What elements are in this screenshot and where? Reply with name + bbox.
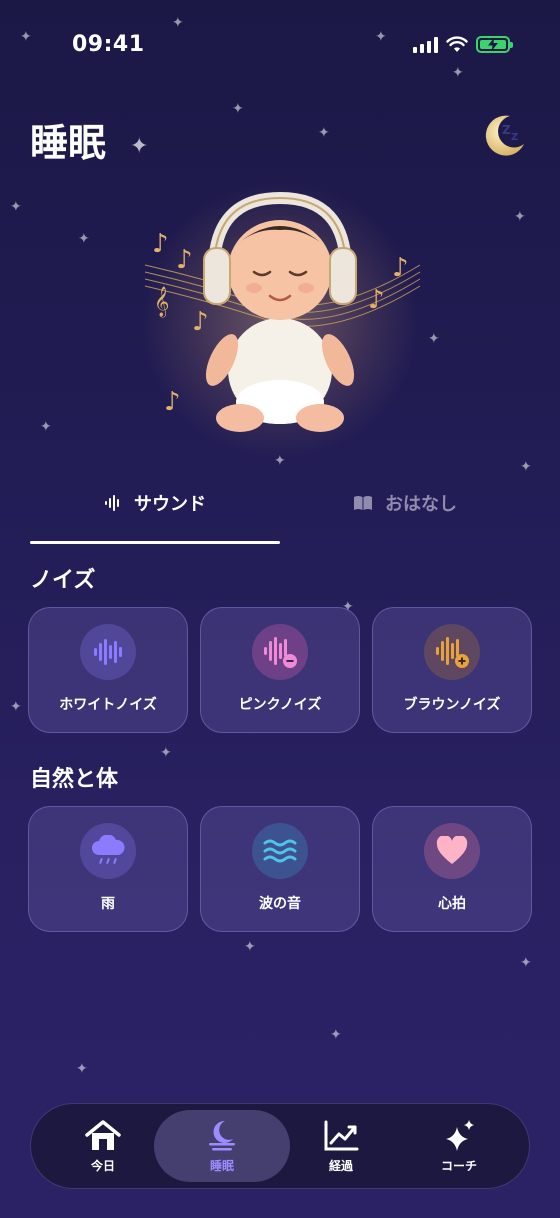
star-icon: ✦ [172, 15, 184, 31]
star-icon: ✦ [78, 231, 90, 247]
card-brown-noise[interactable]: ブラウンノイズ [372, 607, 532, 733]
nav-item-sleep[interactable]: 睡眠 [154, 1110, 290, 1182]
sound-story-tabs: サウンド おはなし [30, 480, 530, 546]
nature-card-row: 雨 波の音 心拍 [28, 806, 532, 932]
svg-text:♪: ♪ [152, 229, 169, 259]
bottom-nav: 今日 睡眠 経過 コーチ [30, 1103, 530, 1189]
status-time: 09:41 [72, 32, 145, 57]
svg-text:♪: ♪ [368, 285, 385, 315]
waveform-icon [105, 495, 119, 511]
page-title: 睡眠 [30, 121, 107, 165]
nav-label: 経過 [328, 1158, 353, 1173]
nav-label: コーチ [440, 1158, 477, 1173]
book-icon [354, 496, 372, 510]
baby-headphones-illustration: ♪ ♪ 𝄞 ♪ ♪ ♪ ♪ [144, 191, 421, 432]
nav-label: 睡眠 [209, 1158, 234, 1173]
star-icon: ✦ [76, 1061, 88, 1077]
tab-story[interactable]: おはなし [280, 480, 530, 526]
star-icon: ✦ [452, 65, 464, 81]
nav-item-coach[interactable]: コーチ [391, 1110, 527, 1182]
card-pink-noise[interactable]: ピンクノイズ [200, 607, 360, 733]
moon-zzz-icon: Z Z [485, 115, 524, 156]
card-label: 心拍 [438, 896, 466, 912]
svg-text:♪: ♪ [176, 245, 193, 275]
tab-sound-label: サウンド [134, 494, 206, 515]
section-title-nature: 自然と体 [30, 767, 119, 792]
svg-text:Z: Z [502, 123, 511, 137]
waves-icon [252, 823, 308, 879]
card-heartbeat[interactable]: 心拍 [372, 806, 532, 932]
status-icons [413, 36, 513, 53]
card-label: ホワイトノイズ [59, 697, 157, 713]
star-icon: ✦ [514, 209, 526, 225]
sleep-moon-button[interactable]: Z Z [480, 110, 530, 160]
star-icon: ✦ [520, 955, 532, 971]
star-icon: ✦ [10, 199, 22, 215]
star-icon: ✦ [130, 134, 149, 159]
card-rain[interactable]: 雨 [28, 806, 188, 932]
svg-text:𝄞: 𝄞 [154, 286, 169, 318]
tab-sound[interactable]: サウンド [30, 480, 280, 526]
chart-line-icon [324, 1120, 359, 1150]
heart-icon [424, 823, 480, 879]
star-icon: ✦ [520, 459, 532, 475]
rain-cloud-icon [80, 823, 136, 879]
card-label: 雨 [101, 896, 115, 912]
waveform-minus-icon [252, 624, 308, 680]
nav-item-progress[interactable]: 経過 [273, 1110, 409, 1182]
star-icon: ✦ [330, 1027, 342, 1043]
tab-story-label: おはなし [385, 494, 457, 515]
card-label: 波の音 [259, 896, 301, 912]
svg-text:Z: Z [511, 132, 518, 143]
wifi-icon [446, 36, 468, 52]
nav-item-today[interactable]: 今日 [35, 1110, 171, 1182]
star-icon: ✦ [10, 699, 22, 715]
card-label: ブラウンノイズ [403, 697, 501, 713]
svg-text:♪: ♪ [392, 253, 409, 283]
section-title-noise: ノイズ [30, 568, 96, 593]
card-label: ピンクノイズ [238, 697, 322, 713]
signal-icon [413, 36, 438, 53]
hero-illustration: ♪ ♪ 𝄞 ♪ ♪ ♪ ♪ [130, 170, 430, 460]
card-white-noise[interactable]: ホワイトノイズ [28, 607, 188, 733]
battery-icon [476, 36, 513, 53]
status-bar: 09:41 [0, 30, 560, 62]
svg-text:♪: ♪ [164, 387, 181, 417]
waveform-plus-icon [424, 624, 480, 680]
tab-indicator [30, 541, 280, 544]
noise-card-row: ホワイトノイズ ピンクノイズ ブラウンノイズ [28, 607, 532, 733]
waveform-icon [80, 624, 136, 680]
sparkles-icon [446, 1119, 474, 1151]
star-icon: ✦ [160, 745, 172, 761]
nav-label: 今日 [90, 1158, 115, 1173]
star-icon: ✦ [232, 101, 244, 117]
card-waves[interactable]: 波の音 [200, 806, 360, 932]
moon-icon [209, 1120, 235, 1150]
star-icon: ✦ [40, 419, 52, 435]
star-icon: ✦ [318, 125, 330, 141]
home-icon [85, 1119, 121, 1150]
svg-text:♪: ♪ [192, 307, 209, 337]
star-icon: ✦ [244, 939, 256, 955]
